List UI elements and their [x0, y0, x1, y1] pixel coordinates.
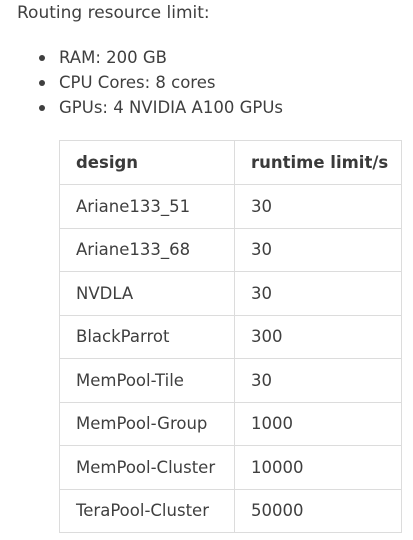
column-header-runtime-limit: runtime limit/s [234, 140, 402, 185]
cell-design: MemPool-Group [59, 401, 235, 446]
cell-design: BlackParrot [59, 314, 235, 359]
bullet-dot-icon [39, 105, 45, 111]
bullet-dot-icon [39, 55, 45, 61]
resource-item-cpu: CPU Cores: 8 cores [0, 70, 283, 95]
table-row: MemPool-Cluster 10000 [59, 445, 402, 490]
cell-design: NVDLA [59, 271, 235, 316]
cell-runtime-limit: 50000 [234, 488, 402, 533]
column-header-design: design [59, 140, 235, 185]
cell-design: TeraPool-Cluster [59, 488, 235, 533]
resource-list: RAM: 200 GB CPU Cores: 8 cores GPUs: 4 N… [0, 45, 283, 120]
cell-runtime-limit: 10000 [234, 445, 402, 490]
cell-runtime-limit: 300 [234, 314, 402, 359]
table-row: Ariane133_68 30 [59, 227, 402, 272]
table-row: BlackParrot 300 [59, 314, 402, 359]
cell-design: Ariane133_51 [59, 184, 235, 229]
resource-item-label: CPU Cores: 8 cores [59, 73, 216, 92]
cell-runtime-limit: 30 [234, 227, 402, 272]
cell-runtime-limit: 30 [234, 184, 402, 229]
resource-item-gpu: GPUs: 4 NVIDIA A100 GPUs [0, 95, 283, 120]
cell-runtime-limit: 1000 [234, 401, 402, 446]
table-row: Ariane133_51 30 [59, 184, 402, 229]
intro-text: Routing resource limit: [17, 3, 210, 23]
cell-runtime-limit: 30 [234, 358, 402, 403]
resource-item-label: GPUs: 4 NVIDIA A100 GPUs [59, 98, 283, 117]
table-row: MemPool-Group 1000 [59, 401, 402, 446]
table-row: TeraPool-Cluster 50000 [59, 488, 402, 533]
cell-design: MemPool-Cluster [59, 445, 235, 490]
table-row: MemPool-Tile 30 [59, 358, 402, 403]
cell-runtime-limit: 30 [234, 271, 402, 316]
resource-item-ram: RAM: 200 GB [0, 45, 283, 70]
bullet-dot-icon [39, 80, 45, 86]
resource-item-label: RAM: 200 GB [59, 48, 167, 67]
table-header-row: design runtime limit/s [59, 140, 402, 185]
cell-design: Ariane133_68 [59, 227, 235, 272]
runtime-limit-table: design runtime limit/s Ariane133_51 30 A… [59, 140, 402, 533]
table-row: NVDLA 30 [59, 271, 402, 316]
cell-design: MemPool-Tile [59, 358, 235, 403]
